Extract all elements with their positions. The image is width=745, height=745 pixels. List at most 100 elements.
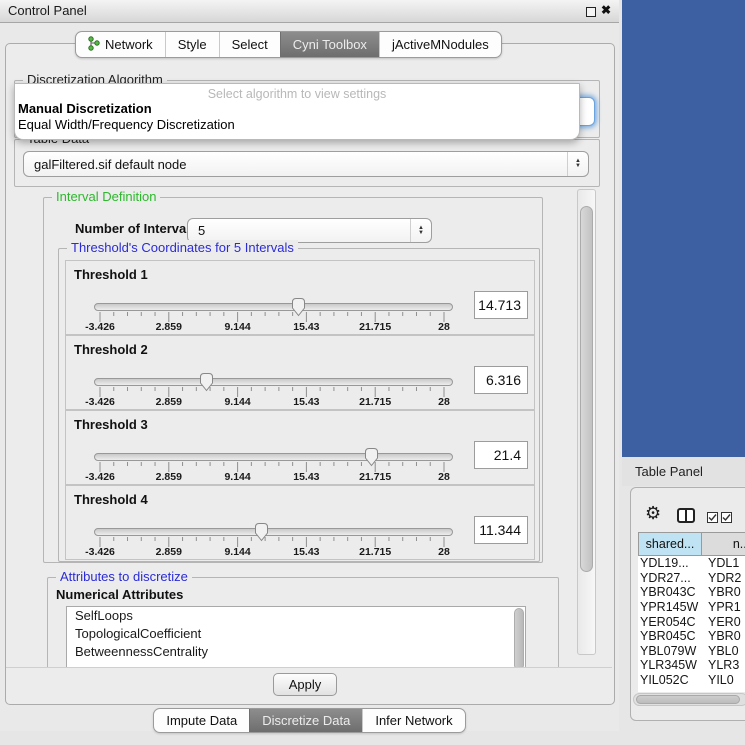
- threshold-label: Threshold 4: [74, 492, 148, 507]
- table-data-group: Table Data galFiltered.sif default node …: [14, 139, 600, 187]
- slider-tick-label: -3.426: [85, 471, 115, 483]
- table-cell: YIL052C: [638, 673, 702, 687]
- algorithm-option-equal-width-frequency-discretization[interactable]: Equal Width/Frequency Discretization: [15, 117, 579, 133]
- network-window-frame: GAL80GACGAL11GAL4GCY1HHAP2: [622, 0, 745, 457]
- threshold-value-field[interactable]: 6.316: [474, 366, 528, 394]
- float-icon[interactable]: [586, 7, 596, 17]
- attribute-item-topologicalcoefficient[interactable]: TopologicalCoefficient: [67, 625, 525, 643]
- slider-tick-label: 21.715: [359, 546, 391, 558]
- node-table: shared...n... YDL19...YDL1YDR27...YDR2YB…: [638, 532, 745, 692]
- table-row[interactable]: YLR345WYLR3: [638, 658, 745, 673]
- table-cell: YIL0: [702, 673, 745, 687]
- panel-scrollbar[interactable]: [577, 189, 596, 655]
- threshold-slider-thumb[interactable]: [254, 522, 269, 542]
- table-cell: YLR3: [702, 658, 745, 672]
- attributes-list-scrollbar[interactable]: [514, 608, 524, 667]
- table-header-row: shared...n...: [638, 532, 745, 556]
- threshold-row-3: Threshold 3-3.4262.8599.14415.4321.71528…: [65, 410, 535, 485]
- table-rows: YDL19...YDL1YDR27...YDR2YBR043CYBR0YPR14…: [638, 556, 745, 692]
- bottom-tab-bar: Impute DataDiscretize DataInfer Network: [0, 708, 619, 733]
- table-row[interactable]: YPR145WYPR1: [638, 600, 745, 615]
- slider-tick-label: 28: [438, 471, 450, 483]
- algorithm-option-manual-discretization[interactable]: Manual Discretization: [15, 101, 579, 117]
- table-column-header-n-[interactable]: n...: [702, 532, 745, 556]
- table-panel-header: Table Panel: [622, 457, 745, 486]
- slider-tick-label: 15.43: [293, 546, 319, 558]
- tab-network[interactable]: Network: [76, 32, 165, 57]
- window-title: Control Panel: [8, 3, 87, 18]
- panel-scrollbar-thumb[interactable]: [580, 206, 593, 572]
- table-row[interactable]: YBR045CYBR0: [638, 629, 745, 644]
- network-icon: [88, 36, 100, 54]
- table-row[interactable]: YDR27...YDR2: [638, 571, 745, 586]
- checkbox-icon[interactable]: [707, 512, 718, 523]
- tab-label: Style: [178, 37, 207, 52]
- bottom-tab-impute-data[interactable]: Impute Data: [154, 709, 249, 732]
- numerical-attributes-list[interactable]: SelfLoopsTopologicalCoefficientBetweenne…: [66, 606, 526, 667]
- table-row[interactable]: YBR043CYBR0: [638, 585, 745, 600]
- attribute-item-betweennesscentrality[interactable]: BetweennessCentrality: [67, 643, 525, 661]
- control-panel-window: Control Panel ✖ Network Style Select Cyni T…: [0, 0, 619, 731]
- threshold-value-field[interactable]: 11.344: [474, 516, 528, 544]
- table-column-header-shared-[interactable]: shared...: [638, 532, 702, 556]
- table-cell: YBR045C: [638, 629, 702, 643]
- table-horizontal-scrollbar[interactable]: [633, 693, 745, 706]
- table-data-select[interactable]: galFiltered.sif default node ▲▼: [23, 151, 589, 177]
- checkbox-icon[interactable]: [721, 512, 732, 523]
- table-cell: YER054C: [638, 615, 702, 629]
- threshold-row-1: Threshold 1-3.4262.8599.14415.4321.71528…: [65, 260, 535, 335]
- tab-jactivemnodules[interactable]: jActiveMNodules: [379, 32, 501, 57]
- table-row[interactable]: YBL079WYBL0: [638, 644, 745, 659]
- table-cell: YBL0: [702, 644, 745, 658]
- algorithm-popup-options: Manual DiscretizationEqual Width/Frequen…: [15, 101, 579, 133]
- threshold-row-4: Threshold 4-3.4262.8599.14415.4321.71528…: [65, 485, 535, 560]
- threshold-row-2: Threshold 2-3.4262.8599.14415.4321.71528…: [65, 335, 535, 410]
- table-horizontal-scrollbar-thumb[interactable]: [636, 695, 740, 704]
- table-cell: YBR0: [702, 585, 745, 599]
- tab-style[interactable]: Style: [165, 32, 219, 57]
- interval-definition-title: Interval Definition: [52, 189, 160, 204]
- algorithm-popup-hint: Select algorithm to view settings: [15, 87, 579, 101]
- table-cell: YDL1: [702, 556, 745, 570]
- threshold-value-field[interactable]: 21.4: [474, 441, 528, 469]
- threshold-slider-track[interactable]: [94, 378, 453, 386]
- table-row[interactable]: YER054CYER0: [638, 614, 745, 629]
- threshold-slider-thumb[interactable]: [364, 447, 379, 467]
- tab-cyni-toolbox[interactable]: Cyni Toolbox: [280, 32, 379, 57]
- slider-tick-label: -3.426: [85, 546, 115, 558]
- threshold-slider-track[interactable]: [94, 453, 453, 461]
- slider-tick-label: 9.144: [224, 471, 250, 483]
- table-cell: YDL19...: [638, 556, 702, 570]
- attribute-item-selfloops[interactable]: SelfLoops: [67, 607, 525, 625]
- apply-separator: [6, 667, 612, 668]
- attributes-group: Attributes to discretize Numerical Attri…: [47, 577, 559, 667]
- table-data-selected-value: galFiltered.sif default node: [24, 157, 567, 172]
- tab-label: Cyni Toolbox: [293, 37, 367, 52]
- bottom-tab-infer-network[interactable]: Infer Network: [362, 709, 464, 732]
- gear-icon[interactable]: ⚙: [645, 504, 661, 522]
- threshold-slider-track[interactable]: [94, 528, 453, 536]
- slider-tick-label: 2.859: [156, 471, 182, 483]
- threshold-slider-thumb[interactable]: [199, 372, 214, 392]
- algorithm-dropdown-popup: Select algorithm to view settings Manual…: [14, 83, 580, 140]
- table-row[interactable]: YDL19...YDL1: [638, 556, 745, 571]
- bottom-tab-discretize-data[interactable]: Discretize Data: [249, 709, 362, 732]
- table-cell: YDR27...: [638, 571, 702, 585]
- threshold-value-field[interactable]: 14.713: [474, 291, 528, 319]
- slider-tick-label: 2.859: [156, 396, 182, 408]
- slider-tick-label: 15.43: [293, 396, 319, 408]
- split-columns-icon[interactable]: [677, 508, 695, 523]
- table-cell: YER0: [702, 615, 745, 629]
- table-row[interactable]: YIL052CYIL0: [638, 673, 745, 688]
- table-cell: YPR145W: [638, 600, 702, 614]
- tab-select[interactable]: Select: [219, 32, 280, 57]
- slider-tick-label: 9.144: [224, 396, 250, 408]
- slider-tick-label: 9.144: [224, 546, 250, 558]
- close-icon[interactable]: ✖: [601, 3, 611, 17]
- top-tab-bar: Network Style Select Cyni Toolbox jActiveMNo…: [75, 31, 502, 58]
- apply-button[interactable]: Apply: [273, 673, 337, 696]
- threshold-slider-thumb[interactable]: [291, 297, 306, 317]
- table-cell: YBR0: [702, 629, 745, 643]
- threshold-slider-track[interactable]: [94, 303, 453, 311]
- cyni-toolbox-panel: Discretization Algorithm Table Data galF…: [5, 43, 615, 705]
